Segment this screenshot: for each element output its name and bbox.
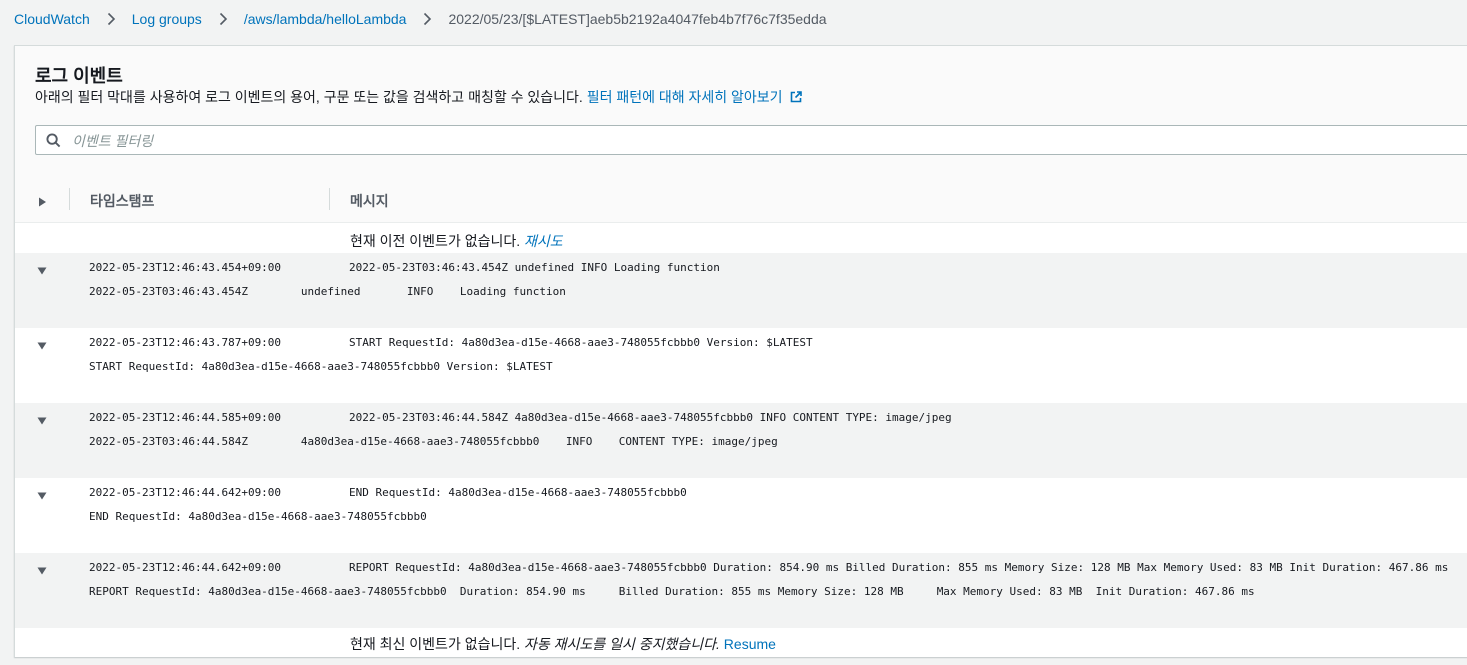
column-header-message[interactable]: 메시지 — [350, 191, 389, 211]
column-divider[interactable] — [329, 188, 330, 210]
log-event-row[interactable]: 2022-05-23T12:46:44.642+09:00 END Reques… — [15, 478, 1467, 553]
learn-more-link[interactable]: 필터 패턴에 대해 자세히 알아보기 — [587, 89, 802, 105]
no-newer-events-text: 현재 최신 이벤트가 없습니다. — [350, 636, 521, 652]
row-timestamp: 2022-05-23T12:46:44.642+09:00 — [89, 486, 282, 499]
row-message: START RequestId: 4a80d3ea-d15e-4668-aae3… — [349, 336, 813, 349]
collapse-row-icon[interactable] — [37, 412, 47, 425]
row-timestamp: 2022-05-23T12:46:44.585+09:00 — [89, 411, 282, 424]
chevron-right-icon — [104, 12, 118, 26]
row-message: 2022-05-23T03:46:44.584Z 4a80d3ea-d15e-4… — [349, 411, 952, 424]
filter-events-input[interactable] — [70, 126, 1467, 156]
row-detail: 2022-05-23T03:46:43.454Z undefined INFO … — [89, 285, 566, 298]
column-divider[interactable] — [69, 188, 70, 210]
resume-link[interactable]: Resume — [724, 636, 776, 652]
chevron-right-icon — [216, 12, 230, 26]
row-detail: END RequestId: 4a80d3ea-d15e-4668-aae3-7… — [89, 510, 427, 523]
expand-all-toggle-icon[interactable] — [38, 194, 47, 207]
row-timestamp: 2022-05-23T12:46:43.787+09:00 — [89, 336, 282, 349]
no-older-events-text: 현재 이전 이벤트가 없습니다. — [350, 233, 521, 249]
search-icon — [46, 133, 61, 148]
row-detail: REPORT RequestId: 4a80d3ea-d15e-4668-aae… — [89, 585, 1255, 598]
collapse-row-icon[interactable] — [37, 262, 47, 275]
collapse-row-icon[interactable] — [37, 562, 47, 575]
column-header-timestamp[interactable]: 타임스탬프 — [90, 191, 154, 211]
breadcrumb-current-stream: 2022/05/23/[$LATEST]aeb5b2192a4047feb4b7… — [448, 11, 827, 27]
collapse-row-icon[interactable] — [37, 487, 47, 500]
row-message: 2022-05-23T03:46:43.454Z undefined INFO … — [349, 261, 720, 274]
learn-more-label: 필터 패턴에 대해 자세히 알아보기 — [586, 89, 783, 105]
auto-retry-paused-text: 자동 재시도를 일시 중지했습니다. — [524, 636, 720, 652]
filter-box — [35, 125, 1467, 156]
retry-link[interactable]: 재시도 — [524, 233, 563, 249]
log-event-row[interactable]: 2022-05-23T12:46:44.585+09:00 2022-05-23… — [15, 403, 1467, 478]
row-detail: 2022-05-23T03:46:44.584Z 4a80d3ea-d15e-4… — [89, 435, 778, 448]
log-events-panel: 로그 이벤트 아래의 필터 막대를 사용하여 로그 이벤트의 용어, 구문 또는… — [14, 45, 1467, 657]
no-older-events-notice: 현재 이전 이벤트가 없습니다. 재시도 — [350, 231, 563, 251]
collapse-row-icon[interactable] — [37, 337, 47, 350]
log-event-row[interactable]: 2022-05-23T12:46:43.787+09:00 START Requ… — [15, 328, 1467, 403]
description-text: 아래의 필터 막대를 사용하여 로그 이벤트의 용어, 구문 또는 값을 검색하… — [35, 89, 583, 105]
breadcrumb: CloudWatch Log groups /aws/lambda/helloL… — [0, 0, 1467, 38]
page-title: 로그 이벤트 — [35, 66, 123, 86]
chevron-right-icon — [420, 12, 434, 26]
no-newer-events-notice: 현재 최신 이벤트가 없습니다. 자동 재시도를 일시 중지했습니다. Resu… — [350, 634, 776, 654]
table-header: 타임스탬프 메시지 — [15, 176, 1467, 223]
log-event-row[interactable]: 2022-05-23T12:46:43.454+09:00 2022-05-23… — [15, 253, 1467, 328]
row-message: REPORT RequestId: 4a80d3ea-d15e-4668-aae… — [349, 561, 1449, 574]
row-message: END RequestId: 4a80d3ea-d15e-4668-aae3-7… — [349, 486, 687, 499]
log-event-row[interactable]: 2022-05-23T12:46:44.642+09:00 REPORT Req… — [15, 553, 1467, 628]
row-timestamp: 2022-05-23T12:46:44.642+09:00 — [89, 561, 282, 574]
panel-description: 아래의 필터 막대를 사용하여 로그 이벤트의 용어, 구문 또는 값을 검색하… — [35, 87, 802, 107]
breadcrumb-log-group[interactable]: /aws/lambda/helloLambda — [244, 11, 407, 27]
external-link-icon — [790, 90, 802, 103]
breadcrumb-cloudwatch[interactable]: CloudWatch — [14, 11, 90, 27]
breadcrumb-log-groups[interactable]: Log groups — [132, 11, 202, 27]
row-timestamp: 2022-05-23T12:46:43.454+09:00 — [89, 261, 282, 274]
row-detail: START RequestId: 4a80d3ea-d15e-4668-aae3… — [89, 360, 553, 373]
